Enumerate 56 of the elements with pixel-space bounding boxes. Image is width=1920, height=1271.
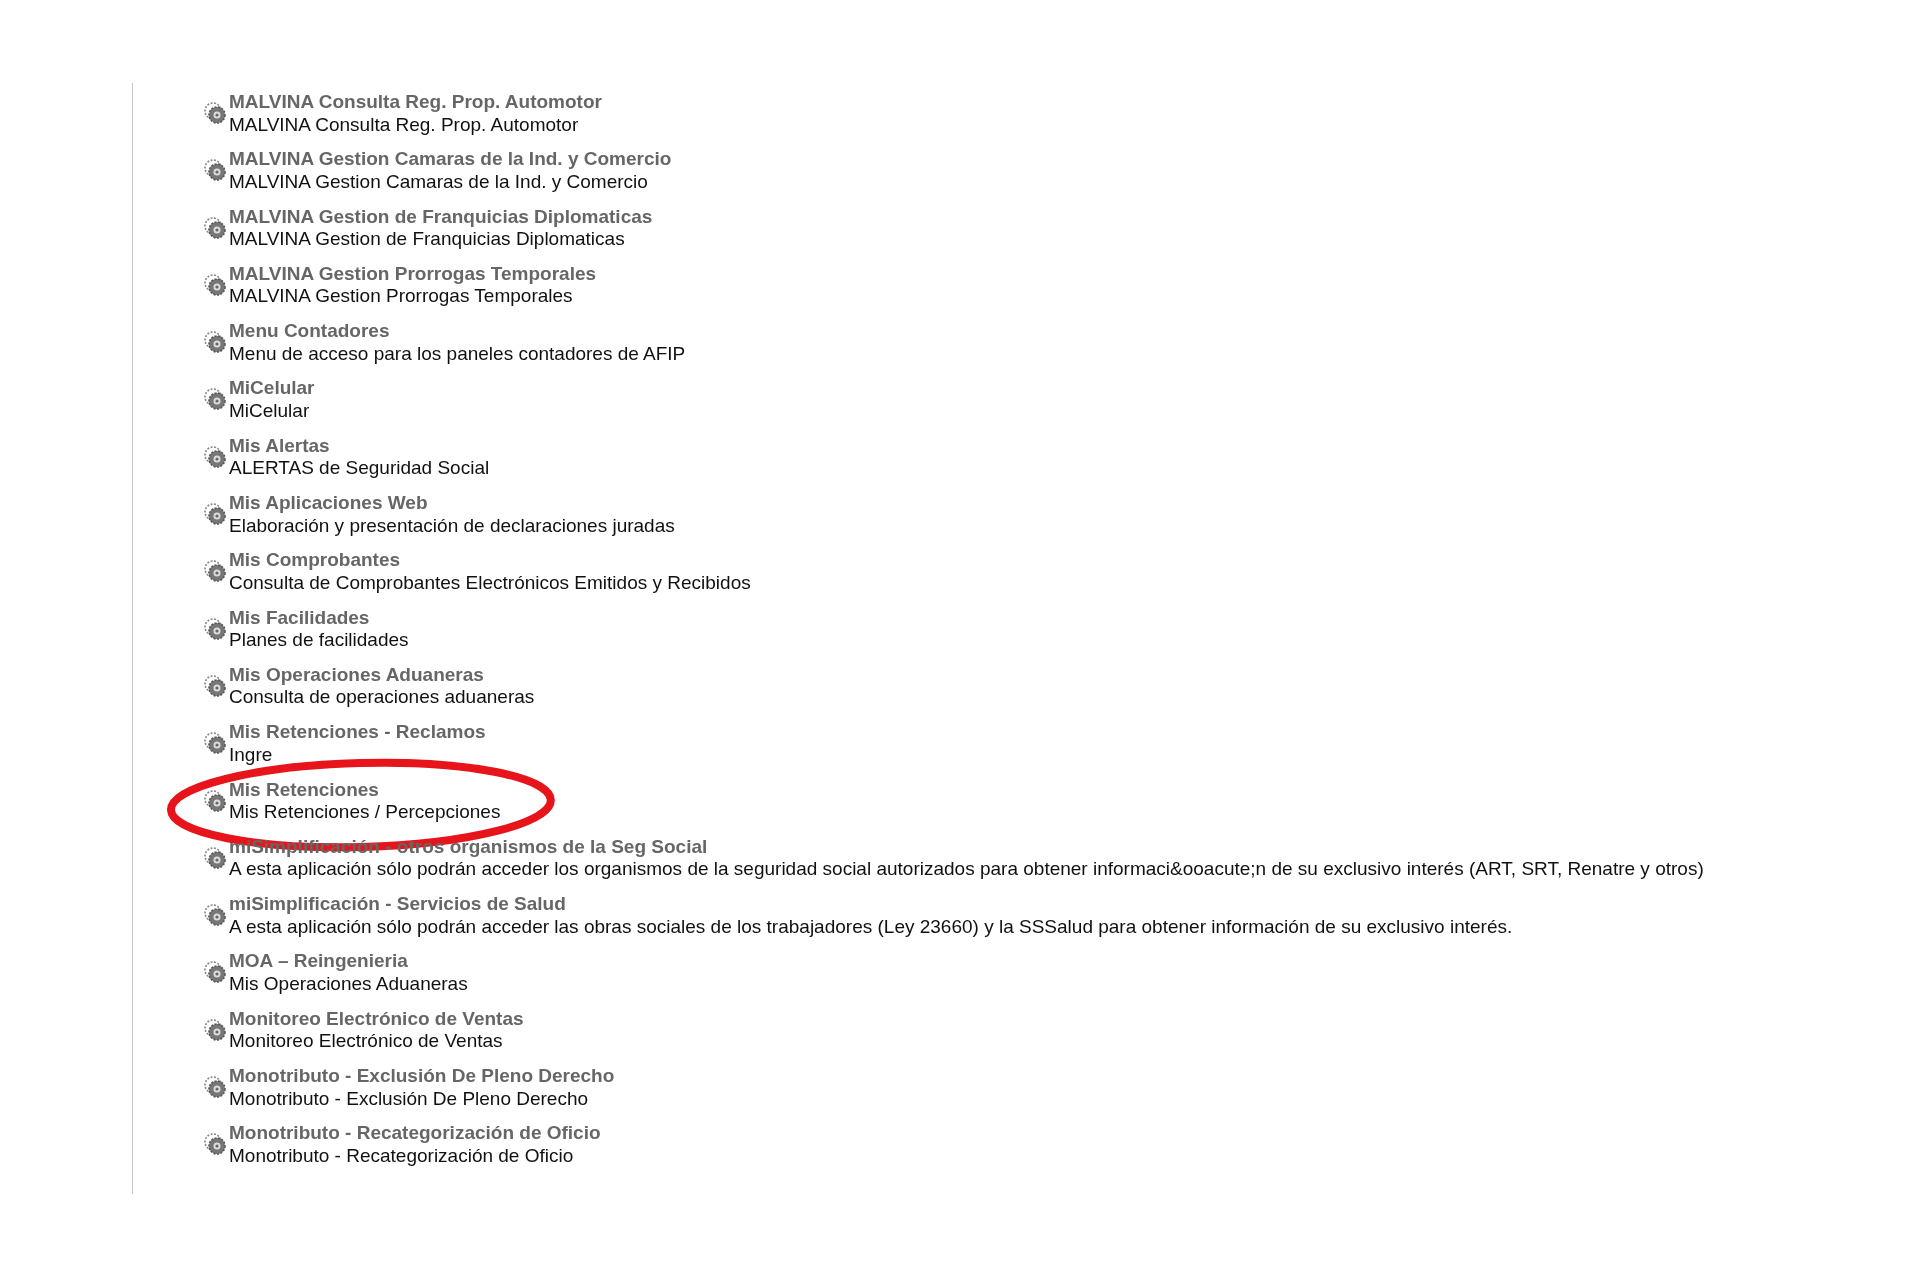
app-link[interactable]: Mis Aplicaciones Web xyxy=(229,492,428,515)
gear-icon xyxy=(203,215,227,240)
app-description: Monotributo - Exclusión De Pleno Derecho xyxy=(229,1087,589,1111)
app-description: Consulta de operaciones aduaneras xyxy=(229,686,535,709)
app-link[interactable]: Mis Alertas xyxy=(229,434,330,458)
app-description: ALERTAS de Seguridad Social xyxy=(229,457,490,480)
app-link[interactable]: Mis Comprobantes xyxy=(229,549,401,572)
app-description: Ingre xyxy=(229,743,273,767)
app-link[interactable]: Mis Retenciones xyxy=(229,778,379,802)
gear-icon xyxy=(203,559,227,584)
gear-icon xyxy=(203,158,227,183)
app-description: MALVINA Consulta Reg. Prop. Automotor xyxy=(229,113,579,136)
app-description: Consulta de Comprobantes Electrónicos Emitidos y Recibidos xyxy=(229,571,751,595)
app-link[interactable]: Monotributo - Exclusión De Pleno Derecho xyxy=(229,1065,615,1088)
app-link[interactable]: MALVINA Gestion Prorrogas Temporales xyxy=(229,262,597,286)
gear-icon xyxy=(203,1017,227,1042)
app-description: Menu de acceso para los paneles contadores de AFIP xyxy=(229,342,686,366)
app-link[interactable]: Mis Retenciones - Reclamos xyxy=(229,721,486,744)
gear-icon xyxy=(203,1075,227,1100)
gear-icon xyxy=(203,444,227,469)
app-description: Mis Retenciones / Percepciones xyxy=(229,801,501,824)
app-description: MALVINA Gestion Prorrogas Temporales xyxy=(229,285,573,308)
gear-icon xyxy=(203,903,227,928)
gear-icon xyxy=(203,673,227,698)
gear-icon xyxy=(203,502,227,527)
app-description: MALVINA Gestion de Franquicias Diplomaticas xyxy=(229,228,625,251)
gear-icon xyxy=(203,101,227,125)
app-link[interactable]: miSimplificación - Servicios de Salud xyxy=(229,893,566,916)
app-link[interactable]: MALVINA Gestion Camaras de la Ind. y Comercio xyxy=(229,148,672,171)
app-description: Monotributo - Recategorización de Oficio xyxy=(229,1144,574,1168)
gear-icon xyxy=(203,788,227,813)
gear-icon xyxy=(203,845,227,870)
app-link[interactable]: Monitoreo Electrónico de Ventas xyxy=(229,1007,524,1031)
gear-icon xyxy=(203,731,227,756)
app-link[interactable]: Mis Facilidades xyxy=(229,606,370,630)
app-link[interactable]: Monotributo - Recategorización de Oficio xyxy=(229,1122,601,1145)
gear-icon xyxy=(203,387,227,412)
app-link[interactable]: MOA – Reingenieria xyxy=(229,950,408,973)
app-link[interactable]: MiCelular xyxy=(229,377,315,400)
gear-icon xyxy=(203,272,227,297)
app-description: Mis Operaciones Aduaneras xyxy=(229,972,468,996)
app-description: A esta aplicación sólo podrán acceder los organismos de la seguridad social autorizados para obtener informaci&ooacute;n de su exclusivo interés (ART, SRT, Renatre y otros) xyxy=(229,858,1704,881)
app-description: Planes de facilidades xyxy=(229,629,409,652)
app-link[interactable]: MALVINA Gestion de Franquicias Diplomaticas xyxy=(229,205,653,229)
gear-icon xyxy=(203,960,227,985)
app-description: MiCelular xyxy=(229,400,310,423)
gear-icon xyxy=(203,330,227,355)
app-link[interactable]: MALVINA Consulta Reg. Prop. Automotor xyxy=(229,91,602,114)
app-link[interactable]: Menu Contadores xyxy=(229,320,390,343)
app-description: Elaboración y presentación de declaraciones juradas xyxy=(229,514,675,538)
gear-icon xyxy=(203,1132,227,1157)
gear-icon xyxy=(203,616,227,641)
app-description: MALVINA Gestion Camaras de la Ind. y Comercio xyxy=(229,170,648,194)
app-link[interactable]: Mis Operaciones Aduaneras xyxy=(229,663,484,687)
app-description: Monitoreo Electrónico de Ventas xyxy=(229,1030,503,1053)
app-description: A esta aplicación sólo podrán acceder las obras sociales de los trabajadores (Ley 23660) y la SSSalud para obtener información de su exclusivo interés. xyxy=(229,915,1513,939)
